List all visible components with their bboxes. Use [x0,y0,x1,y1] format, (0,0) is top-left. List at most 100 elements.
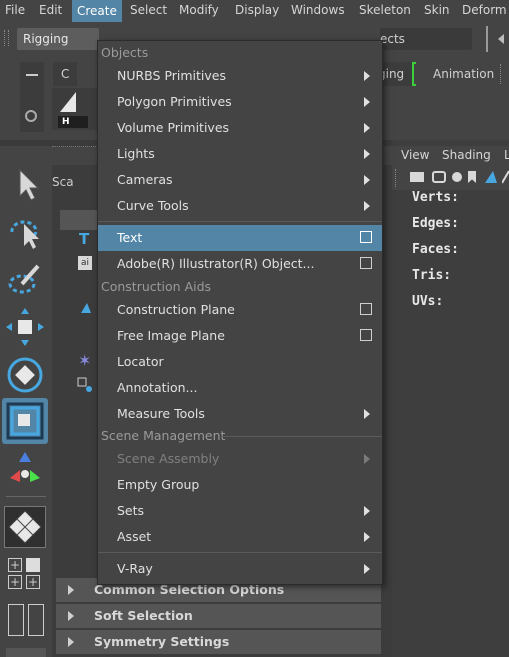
menu-file[interactable]: File [5,3,25,17]
menu-windows[interactable]: Windows [291,3,345,17]
grid-icon[interactable] [501,170,509,184]
shelf-scroll-icon[interactable] [500,64,507,84]
viewport-iconbar [392,166,509,190]
viewport-menu-view[interactable]: View [401,148,429,162]
menu-item-text[interactable]: Text [98,225,382,251]
shelf-menu-icon[interactable] [26,74,38,76]
camera-attributes-icon[interactable] [432,171,446,183]
main-menubar: File Edit Create Select Modify Display W… [0,0,509,22]
menu-display[interactable]: Display [235,3,279,17]
gear-icon[interactable] [25,110,37,122]
menu-item-free-image-plane[interactable]: Free Image Plane [98,323,382,349]
universal-manipulator-tool[interactable] [4,448,46,490]
shelf-tab-c[interactable]: C [53,62,78,86]
arrow-icon[interactable] [498,30,506,48]
menu-item-nurbs-primitives[interactable]: NURBS Primitives [98,63,382,89]
menu-item-label: Measure Tools [117,406,205,421]
viewport-menu-lighting[interactable]: L [504,148,509,162]
camera-icon[interactable] [410,172,424,182]
layout-panels[interactable] [6,602,46,638]
menu-deform[interactable]: Deform [462,3,507,17]
menu-item-label: Construction Plane [117,302,235,317]
section-label: Scene Management [101,428,226,443]
submenu-arrow-icon [364,454,370,464]
viewport-menu-shading[interactable]: Shading [442,148,491,162]
menu-item-measure-tools[interactable]: Measure Tools [98,401,382,427]
menu-edit[interactable]: Edit [39,3,62,17]
menu-item-label: Locator [117,354,164,369]
menu-create[interactable]: Create [72,0,122,22]
bookmark-icon[interactable] [468,171,476,183]
expand-arrow-icon [68,611,74,621]
menu-item-construction-plane[interactable]: Construction Plane [98,297,382,323]
option-box-icon[interactable] [360,303,372,315]
menu-select[interactable]: Select [130,3,167,17]
list-icon[interactable] [8,604,24,636]
menu-modify[interactable]: Modify [179,3,219,17]
paint-select-tool[interactable] [4,258,46,300]
submenu-arrow-icon [364,175,370,185]
menu-item-annotation[interactable]: Annotation... [98,375,382,401]
shelf-tab-marker [412,62,416,86]
quad-layout-button[interactable] [4,506,46,548]
option-box-icon[interactable] [360,257,372,269]
option-box-icon[interactable] [360,231,372,243]
layout-presets[interactable]: + + + [6,556,46,592]
menu-item-vray[interactable]: V-Ray [98,556,382,582]
move-tool[interactable] [4,306,46,348]
locator-icon: ✶ [78,351,92,370]
object-field[interactable]: ects [380,28,472,50]
shelf-button[interactable]: H [52,88,98,130]
menu-item-curve-tools[interactable]: Curve Tools [98,193,382,219]
shelf-tab-animation[interactable]: Animation [425,62,503,86]
menu-separator [98,221,382,222]
scale-tool[interactable] [2,398,48,444]
grip-handle-icon[interactable] [395,169,400,187]
menu-item-asset[interactable]: Asset [98,524,382,550]
menu-item-label: Sets [117,503,145,518]
option-box-icon[interactable] [360,329,372,341]
menu-item-cameras[interactable]: Cameras [98,167,382,193]
menu-item-volume-primitives[interactable]: Volume Primitives [98,115,382,141]
menu-item-label: Adobe(R) Illustrator(R) Object... [117,256,315,271]
plus-icon[interactable]: + [26,575,40,589]
expand-arrow-icon [68,585,74,595]
plus-icon[interactable]: + [8,558,22,572]
menu-skin[interactable]: Skin [424,3,450,17]
grip-handle-icon[interactable] [4,30,9,46]
paint-brush-icon [8,264,40,294]
menu-item-empty-group[interactable]: Empty Group [98,472,382,498]
menuset-dropdown[interactable]: Rigging [17,28,99,50]
menu-item-polygon-primitives[interactable]: Polygon Primitives [98,89,382,115]
diamond-icon[interactable] [26,558,40,572]
scale-icon [6,402,44,440]
submenu-arrow-icon [364,532,370,542]
expand-collapse-icon[interactable] [484,26,490,52]
submenu-arrow-icon [364,201,370,211]
frame-symmetry-settings[interactable]: Symmetry Settings [56,630,381,656]
menu-separator [98,552,382,553]
menu-item-sets[interactable]: Sets [98,498,382,524]
menu-item-illustrator-object[interactable]: Adobe(R) Illustrator(R) Object... [98,251,382,277]
expand-arrow-icon [68,637,74,647]
hud-uvs: UVs: [412,294,444,309]
shelf-side-panel [20,62,44,132]
plus-icon[interactable]: + [8,575,22,589]
panel-grip[interactable] [52,146,98,162]
menu-item-label: Asset [117,529,152,544]
rotate-tool[interactable] [4,354,46,396]
submenu-arrow-icon [364,71,370,81]
menu-item-label: Curve Tools [117,198,189,213]
section-label: Objects [101,45,149,60]
annotation-icon [77,377,92,392]
lock-camera-icon[interactable] [452,172,462,182]
lasso-tool[interactable] [4,210,46,252]
rotate-icon [7,357,43,393]
menu-skeleton[interactable]: Skeleton [359,3,411,17]
select-tool[interactable] [4,162,46,204]
image-plane-icon[interactable] [484,170,498,184]
menu-item-lights[interactable]: Lights [98,141,382,167]
panel-icon[interactable] [28,604,44,636]
frame-soft-selection[interactable]: Soft Selection [56,604,381,630]
menu-item-locator[interactable]: Locator [98,349,382,375]
